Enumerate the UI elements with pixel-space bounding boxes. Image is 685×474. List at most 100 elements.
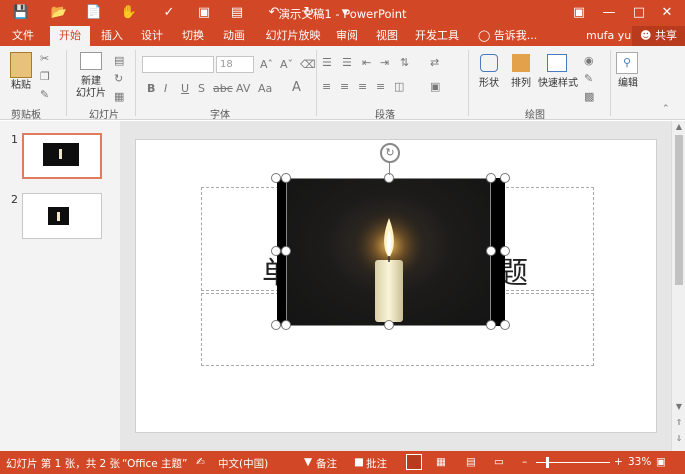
close-icon[interactable]: ✕ xyxy=(656,3,678,23)
zoom-in-icon[interactable]: + xyxy=(614,456,623,468)
tab-design[interactable]: 设计 xyxy=(136,26,168,46)
font-size-input[interactable]: 18 xyxy=(216,56,254,73)
scroll-up-arrow-icon[interactable]: ▲ xyxy=(672,121,685,133)
increase-indent-icon[interactable]: ⇥ xyxy=(380,56,389,69)
resize-handle-ne[interactable] xyxy=(486,173,496,183)
scrollbar-thumb[interactable] xyxy=(675,135,683,285)
section-icon[interactable]: ▦ xyxy=(114,90,124,103)
slide-thumbnail-1[interactable] xyxy=(22,133,102,179)
smartart-icon[interactable]: ▣ xyxy=(430,80,440,93)
clear-format-icon[interactable]: ⌫ xyxy=(300,58,316,71)
format-painter-brush-icon[interactable]: ✎ xyxy=(40,88,49,101)
text-direction-icon[interactable]: ⇄ xyxy=(430,56,439,69)
fit-to-window-icon[interactable]: ▣ xyxy=(656,456,666,468)
crop-handle-se[interactable] xyxy=(500,320,510,330)
change-case-button[interactable]: Aa xyxy=(258,82,272,95)
shape-fill-icon[interactable]: ◉ xyxy=(584,54,594,67)
line-spacing-icon[interactable]: ⇅ xyxy=(400,56,409,69)
new-slide-icon[interactable] xyxy=(80,52,102,70)
tab-developer[interactable]: 开发工具 xyxy=(412,26,462,46)
font-color-button[interactable]: A xyxy=(292,80,301,95)
shrink-font-icon[interactable]: Aˇ xyxy=(280,58,293,71)
quick-styles-button[interactable]: 快速样式 xyxy=(536,78,580,90)
spellcheck-icon[interactable]: ✍ xyxy=(196,456,205,468)
editing-button[interactable]: 编辑 xyxy=(614,78,642,90)
next-slide-icon[interactable]: ⇓ xyxy=(672,433,685,445)
decrease-indent-icon[interactable]: ⇤ xyxy=(362,56,371,69)
paste-button[interactable]: 粘贴 xyxy=(6,80,36,92)
resize-handle-e[interactable] xyxy=(486,246,496,256)
tab-review[interactable]: 审阅 xyxy=(331,26,363,46)
zoom-level[interactable]: 33% xyxy=(628,456,651,468)
crop-handle-ne[interactable] xyxy=(500,173,510,183)
find-icon[interactable]: ⚲ xyxy=(616,52,638,74)
justify-icon[interactable]: ≡ xyxy=(376,80,385,93)
zoom-slider-thumb[interactable] xyxy=(546,457,549,468)
paste-icon[interactable] xyxy=(10,52,32,78)
shadow-button[interactable]: S xyxy=(198,82,205,95)
collapse-ribbon-icon[interactable]: ⌃ xyxy=(662,104,670,114)
font-name-input[interactable] xyxy=(142,56,214,73)
comments-button[interactable]: 批注 xyxy=(366,456,387,471)
previous-slide-icon[interactable]: ⇑ xyxy=(672,417,685,429)
reset-icon[interactable]: ↻ xyxy=(114,72,123,85)
minimize-icon[interactable]: — xyxy=(598,3,620,23)
align-center-icon[interactable]: ≡ xyxy=(340,80,349,93)
slide-thumbnail-2[interactable] xyxy=(22,193,102,239)
numbering-icon[interactable]: ☰ xyxy=(342,56,352,69)
shapes-icon[interactable] xyxy=(480,54,498,72)
shape-effects-icon[interactable]: ▩ xyxy=(584,90,594,103)
user-name[interactable]: mufa yu xyxy=(586,26,631,46)
new-slide-button[interactable]: 新建 幻灯片 xyxy=(72,76,110,100)
reading-view-icon[interactable]: ▤ xyxy=(466,456,476,468)
align-right-icon[interactable]: ≡ xyxy=(358,80,367,93)
arrange-button[interactable]: 排列 xyxy=(506,78,536,90)
crop-handle-sw[interactable] xyxy=(271,320,281,330)
underline-button[interactable]: U xyxy=(181,82,189,95)
columns-icon[interactable]: ◫ xyxy=(394,80,404,93)
strikethrough-button[interactable]: abc xyxy=(213,82,233,95)
layout-icon[interactable]: ▤ xyxy=(114,54,124,67)
shape-outline-icon[interactable]: ✎ xyxy=(584,72,593,85)
crop-handle-w[interactable] xyxy=(271,246,281,256)
normal-view-icon[interactable] xyxy=(406,454,422,470)
shapes-button[interactable]: 形状 xyxy=(474,78,504,90)
resize-handle-s[interactable] xyxy=(384,320,394,330)
grow-font-icon[interactable]: Aˆ xyxy=(260,58,273,71)
notes-button[interactable]: 备注 xyxy=(316,456,337,471)
crop-handle-e[interactable] xyxy=(500,246,510,256)
align-left-icon[interactable]: ≡ xyxy=(322,80,331,93)
tab-home[interactable]: 开始 xyxy=(50,26,90,46)
language-indicator[interactable]: 中文(中国) xyxy=(218,456,268,471)
zoom-out-icon[interactable]: – xyxy=(522,456,527,468)
slideshow-view-icon[interactable]: ▭ xyxy=(494,456,504,468)
tab-slideshow[interactable]: 幻灯片放映 xyxy=(262,26,324,46)
copy-icon[interactable]: ❐ xyxy=(40,70,50,83)
arrange-icon[interactable] xyxy=(512,54,530,72)
resize-handle-nw[interactable] xyxy=(281,173,291,183)
tab-insert[interactable]: 插入 xyxy=(96,26,128,46)
tab-view[interactable]: 视图 xyxy=(371,26,403,46)
cut-icon[interactable]: ✂ xyxy=(40,52,49,65)
maximize-icon[interactable]: □ xyxy=(628,3,650,23)
candle-picture[interactable] xyxy=(277,178,505,326)
bold-button[interactable]: B xyxy=(147,82,155,95)
share-button[interactable]: ☻ 共享 xyxy=(632,26,685,46)
resize-handle-w[interactable] xyxy=(281,246,291,256)
bullets-icon[interactable]: ☰ xyxy=(322,56,332,69)
restore-ribbon-icon[interactable]: ▣ xyxy=(568,3,590,23)
resize-handle-sw[interactable] xyxy=(281,320,291,330)
scroll-down-arrow-icon[interactable]: ▼ xyxy=(672,401,685,413)
resize-handle-se[interactable] xyxy=(486,320,496,330)
quick-styles-icon[interactable] xyxy=(547,54,567,72)
rotate-handle-icon[interactable]: ↻ xyxy=(380,143,400,163)
tab-animations[interactable]: 动画 xyxy=(218,26,250,46)
tab-transitions[interactable]: 切换 xyxy=(177,26,209,46)
vertical-scrollbar[interactable]: ▲ ▼ ⇑ ⇓ xyxy=(671,121,685,451)
italic-button[interactable]: I xyxy=(164,82,167,95)
tell-me-box[interactable]: ◯ 告诉我... xyxy=(478,26,537,46)
slide-sorter-icon[interactable]: ▦ xyxy=(436,456,446,468)
crop-handle-nw[interactable] xyxy=(271,173,281,183)
tab-file[interactable]: 文件 xyxy=(0,26,46,46)
char-spacing-button[interactable]: AV xyxy=(236,82,250,95)
